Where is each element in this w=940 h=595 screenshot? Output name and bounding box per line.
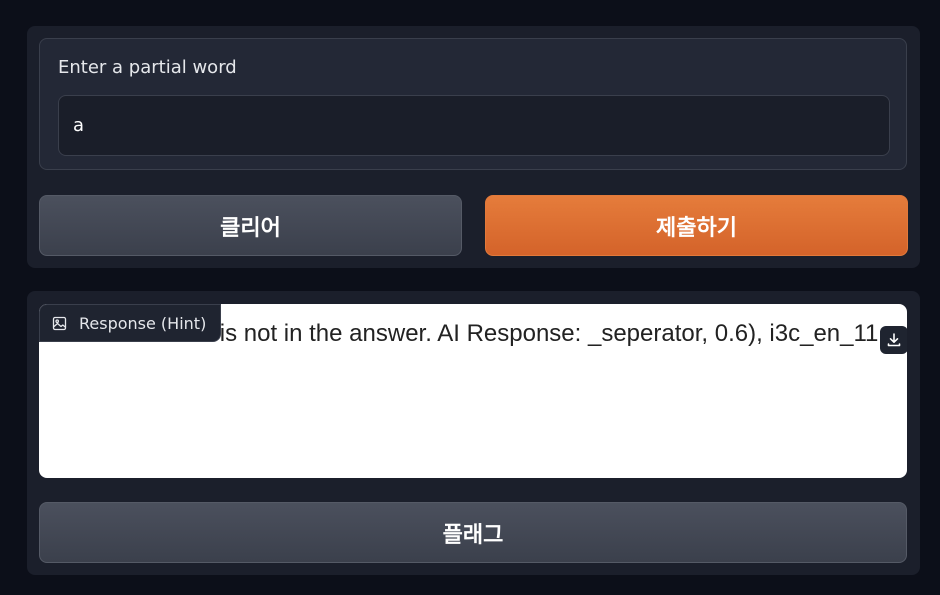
output-panel: second word a is not in the answer. AI R… bbox=[27, 291, 920, 575]
response-label: Response (Hint) bbox=[79, 313, 207, 333]
input-label: Enter a partial word bbox=[58, 57, 237, 78]
submit-button[interactable]: 제출하기 bbox=[485, 195, 908, 256]
clear-button[interactable]: 클리어 bbox=[39, 195, 462, 256]
download-icon[interactable] bbox=[880, 326, 907, 354]
flag-button[interactable]: 플래그 bbox=[39, 502, 907, 563]
input-block: Enter a partial word bbox=[39, 38, 907, 170]
image-icon bbox=[52, 316, 67, 331]
partial-word-input[interactable] bbox=[58, 95, 890, 156]
input-panel: Enter a partial word 클리어 제출하기 bbox=[27, 26, 920, 268]
response-label-tag: Response (Hint) bbox=[39, 304, 222, 342]
